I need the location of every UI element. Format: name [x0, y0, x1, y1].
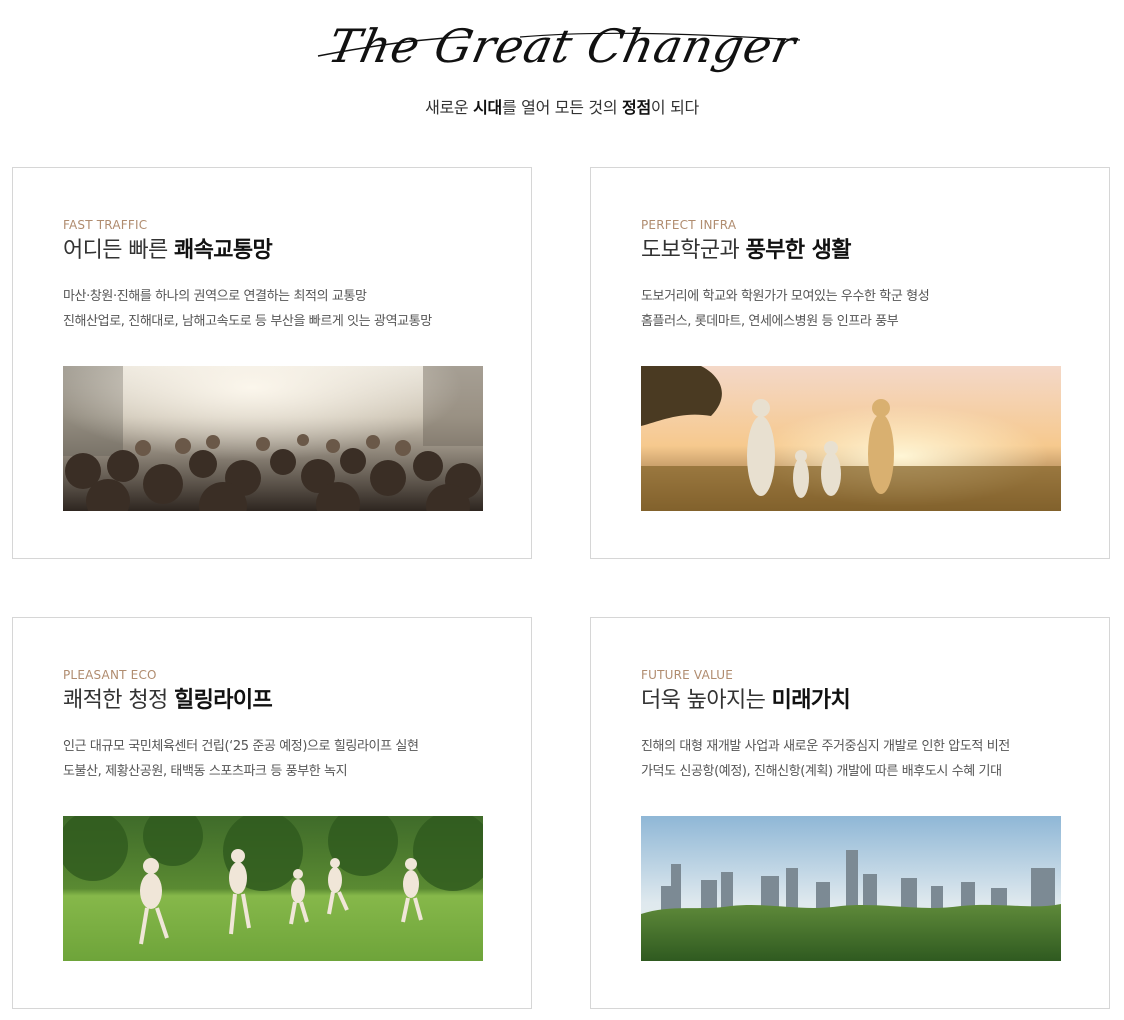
feature-card-perfect-infra: PERFECT INFRA 도보학군과 풍부한 생활 도보거리에 학교와 학원가… — [590, 167, 1110, 559]
card-kicker: PLEASANT ECO — [63, 668, 157, 682]
card-heading: 쾌적한 청정 힐링라이프 — [63, 688, 273, 713]
feature-card-fast-traffic: FAST TRAFFIC 어디든 빠른 쾌속교통망 마산·창원·진해를 하나의 … — [12, 167, 532, 559]
feature-card-pleasant-eco: PLEASANT ECO 쾌적한 청정 힐링라이프 인근 대규모 국민체육센터 … — [12, 617, 532, 1009]
card-heading: 도보학군과 풍부한 생활 — [641, 238, 851, 263]
card-description: 인근 대규모 국민체육센터 건립(‘25 준공 예정)으로 힐링라이프 실현 도… — [63, 739, 419, 779]
crowd-street-photo — [63, 366, 483, 511]
family-field-sunset-photo — [641, 366, 1061, 511]
children-park-photo — [63, 816, 483, 961]
card-description: 진해의 대형 재개발 사업과 새로운 주거중심지 개발로 인한 압도적 비전 가… — [641, 739, 1010, 779]
script-title-logo: The Great Changer — [317, 19, 803, 73]
city-skyline-forest-photo — [641, 816, 1061, 961]
script-title-text: The Great Changer — [324, 19, 803, 72]
card-description: 도보거리에 학교와 학원가가 모여있는 우수한 학군 형성 홈플러스, 롯데마트… — [641, 289, 930, 329]
subtitle: 새로운 시대를 열어 모든 것의 정점이 되다 — [425, 98, 699, 117]
card-heading: 어디든 빠른 쾌속교통망 — [63, 238, 273, 263]
card-kicker: FUTURE VALUE — [641, 668, 734, 682]
card-description: 마산·창원·진해를 하나의 권역으로 연결하는 최적의 교통망 진해산업로, 진… — [63, 289, 432, 329]
card-kicker: PERFECT INFRA — [641, 218, 737, 232]
card-kicker: FAST TRAFFIC — [63, 218, 148, 232]
feature-card-future-value: FUTURE VALUE 더욱 높아지는 미래가치 진해의 대형 재개발 사업과… — [590, 617, 1110, 1009]
card-heading: 더욱 높아지는 미래가치 — [641, 688, 851, 713]
